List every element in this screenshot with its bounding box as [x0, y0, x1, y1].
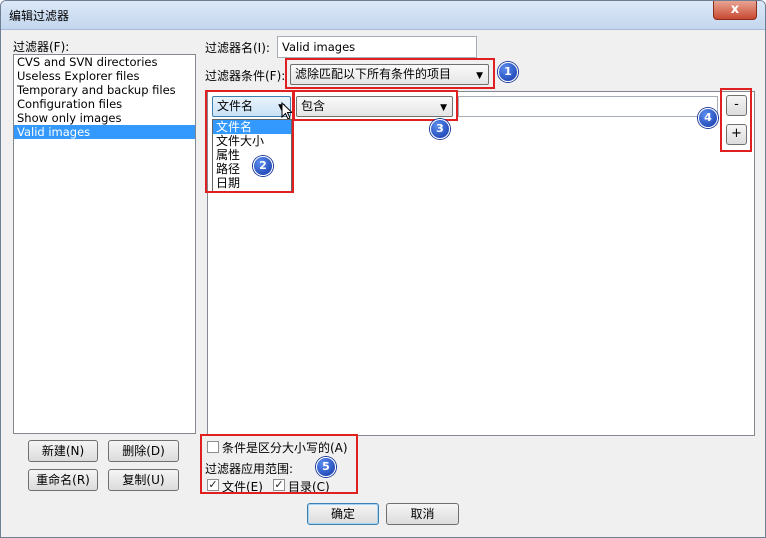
filter-editor-dialog: 编辑过滤器 x 过滤器(F): CVS and SVN directories …	[0, 0, 766, 538]
annotation-badge-4: 4	[698, 108, 718, 128]
list-item-selected[interactable]: Valid images	[14, 125, 195, 139]
annotation-badge-3: 3	[430, 119, 450, 139]
new-filter-button[interactable]: 新建(N)	[28, 440, 98, 462]
title-bar[interactable]: 编辑过滤器 x	[1, 1, 765, 30]
ok-button[interactable]: 确定	[307, 503, 379, 525]
filter-name-input[interactable]: Valid images	[277, 36, 477, 58]
annotation-box-1	[285, 58, 495, 89]
window-title: 编辑过滤器	[9, 9, 70, 23]
filter-condition-label: 过滤器条件(F):	[205, 69, 286, 83]
filter-name-label: 过滤器名(I):	[205, 41, 270, 55]
annotation-box-2	[205, 90, 294, 193]
close-icon: x	[730, 2, 740, 17]
list-item[interactable]: Show only images	[14, 111, 195, 125]
list-item[interactable]: Temporary and backup files	[14, 83, 195, 97]
list-item[interactable]: Useless Explorer files	[14, 69, 195, 83]
delete-filter-button[interactable]: 删除(D)	[108, 440, 179, 462]
filters-label: 过滤器(F):	[13, 40, 70, 54]
copy-filter-button[interactable]: 复制(U)	[108, 469, 179, 491]
filters-list[interactable]: CVS and SVN directories Useless Explorer…	[13, 54, 196, 434]
annotation-box-4	[720, 88, 752, 152]
cancel-button[interactable]: 取消	[386, 503, 459, 525]
annotation-box-3	[293, 90, 458, 121]
annotation-badge-1: 1	[498, 62, 518, 82]
rule-value-input[interactable]	[458, 96, 718, 117]
list-item[interactable]: CVS and SVN directories	[14, 55, 195, 69]
annotation-badge-5: 5	[316, 457, 336, 477]
rename-filter-button[interactable]: 重命名(R)	[28, 469, 98, 491]
annotation-badge-2: 2	[253, 156, 273, 176]
list-item[interactable]: Configuration files	[14, 97, 195, 111]
close-button[interactable]: x	[713, 1, 757, 20]
